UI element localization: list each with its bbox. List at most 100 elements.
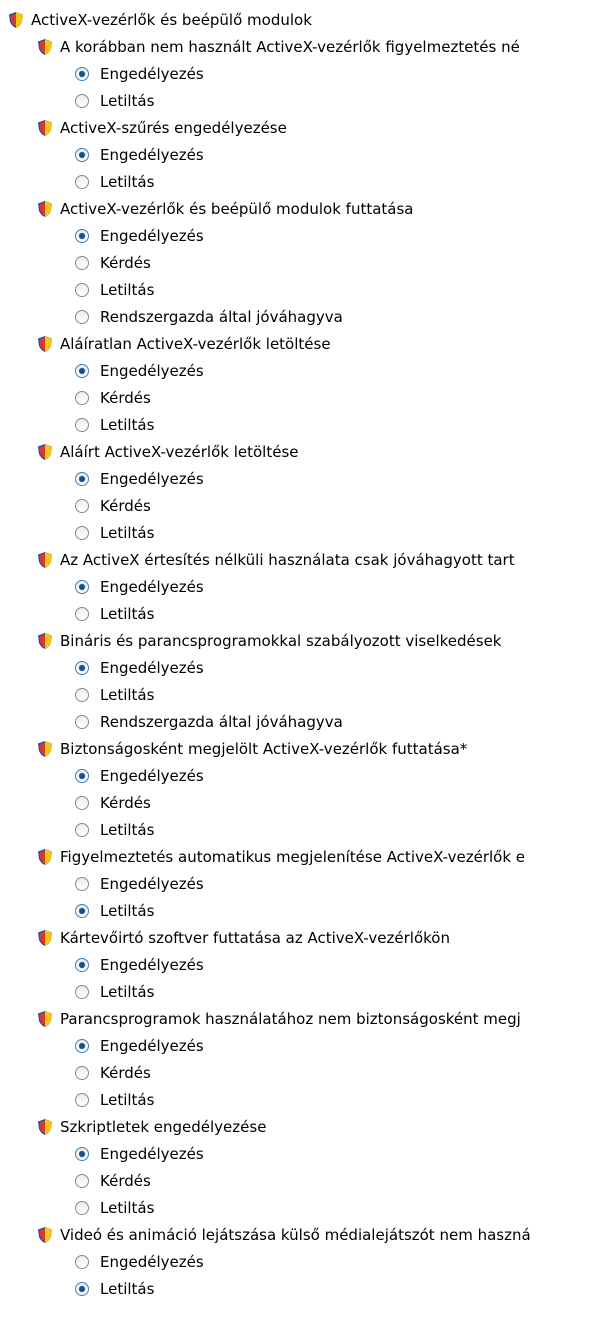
setting-option[interactable]: Letiltás (0, 519, 600, 546)
setting-option[interactable]: Letiltás (0, 87, 600, 114)
radio-button-selected[interactable] (75, 1146, 89, 1161)
radio-button-selected[interactable] (75, 660, 89, 675)
settings-list: A korábban nem használt ActiveX-vezérlők… (0, 33, 600, 1302)
radio-button[interactable] (75, 876, 89, 891)
setting-option[interactable]: Engedélyezés (0, 573, 600, 600)
radio-button[interactable] (75, 174, 89, 189)
radio-button[interactable] (75, 417, 89, 432)
setting-option[interactable]: Engedélyezés (0, 762, 600, 789)
radio-button-selected[interactable] (75, 471, 89, 486)
security-shield-icon (38, 443, 52, 460)
radio-button[interactable] (75, 1065, 89, 1080)
radio-button[interactable] (75, 390, 89, 405)
radio-button[interactable] (75, 1092, 89, 1107)
radio-button[interactable] (75, 795, 89, 810)
setting-option[interactable]: Letiltás (0, 411, 600, 438)
option-label: Engedélyezés (100, 226, 204, 245)
setting-option[interactable]: Engedélyezés (0, 60, 600, 87)
security-shield-icon (38, 1010, 52, 1027)
setting-label: Az ActiveX értesítés nélküli használata … (60, 550, 515, 569)
radio-button[interactable] (75, 984, 89, 999)
setting-item[interactable]: ActiveX-szűrés engedélyezése (0, 114, 600, 141)
radio-button[interactable] (75, 1200, 89, 1215)
radio-button[interactable] (75, 309, 89, 324)
setting-item[interactable]: Videó és animáció lejátszása külső média… (0, 1221, 600, 1248)
radio-button[interactable] (75, 714, 89, 729)
setting-option[interactable]: Letiltás (0, 681, 600, 708)
setting-item[interactable]: Figyelmeztetés automatikus megjelenítése… (0, 843, 600, 870)
radio-button-selected[interactable] (75, 957, 89, 972)
setting-item[interactable]: Kártevőirtó szoftver futtatása az Active… (0, 924, 600, 951)
radio-button-selected[interactable] (75, 147, 89, 162)
radio-button-selected[interactable] (75, 66, 89, 81)
setting-option[interactable]: Engedélyezés (0, 222, 600, 249)
setting-option[interactable]: Engedélyezés (0, 870, 600, 897)
setting-option[interactable]: Letiltás (0, 897, 600, 924)
setting-option[interactable]: Letiltás (0, 1086, 600, 1113)
setting-option[interactable]: Engedélyezés (0, 141, 600, 168)
setting-option[interactable]: Letiltás (0, 816, 600, 843)
setting-option[interactable]: Engedélyezés (0, 1032, 600, 1059)
option-label: Letiltás (100, 91, 155, 110)
option-label: Letiltás (100, 685, 155, 704)
radio-button-selected[interactable] (75, 903, 89, 918)
setting-option[interactable]: Engedélyezés (0, 951, 600, 978)
setting-option[interactable]: Engedélyezés (0, 1248, 600, 1275)
setting-option[interactable]: Engedélyezés (0, 357, 600, 384)
option-label: Letiltás (100, 172, 155, 191)
setting-item[interactable]: A korábban nem használt ActiveX-vezérlők… (0, 33, 600, 60)
radio-button[interactable] (75, 282, 89, 297)
setting-item[interactable]: Aláírt ActiveX-vezérlők letöltése (0, 438, 600, 465)
setting-option[interactable]: Engedélyezés (0, 1140, 600, 1167)
radio-button[interactable] (75, 255, 89, 270)
radio-button[interactable] (75, 687, 89, 702)
radio-button[interactable] (75, 93, 89, 108)
radio-button[interactable] (75, 822, 89, 837)
radio-button[interactable] (75, 606, 89, 621)
radio-button[interactable] (75, 525, 89, 540)
setting-item[interactable]: ActiveX-vezérlők és beépülő modulok futt… (0, 195, 600, 222)
setting-label: Kártevőirtó szoftver futtatása az Active… (60, 928, 450, 947)
radio-button-selected[interactable] (75, 1281, 89, 1296)
setting-option[interactable]: Letiltás (0, 1194, 600, 1221)
setting-item[interactable]: Parancsprogramok használatához nem bizto… (0, 1005, 600, 1032)
setting-label: ActiveX-vezérlők és beépülő modulok futt… (60, 199, 414, 218)
radio-button[interactable] (75, 498, 89, 513)
setting-option[interactable]: Letiltás (0, 600, 600, 627)
setting-option[interactable]: Engedélyezés (0, 465, 600, 492)
setting-item[interactable]: Aláíratlan ActiveX-vezérlők letöltése (0, 330, 600, 357)
setting-item[interactable]: Szkriptletek engedélyezése (0, 1113, 600, 1140)
setting-option[interactable]: Rendszergazda által jóváhagyva (0, 303, 600, 330)
setting-item[interactable]: Az ActiveX értesítés nélküli használata … (0, 546, 600, 573)
setting-option[interactable]: Kérdés (0, 384, 600, 411)
option-label: Engedélyezés (100, 1252, 204, 1271)
radio-button-selected[interactable] (75, 1038, 89, 1053)
setting-option[interactable]: Letiltás (0, 1275, 600, 1302)
radio-button[interactable] (75, 1254, 89, 1269)
radio-button[interactable] (75, 1173, 89, 1188)
setting-item[interactable]: Biztonságosként megjelölt ActiveX-vezérl… (0, 735, 600, 762)
category-activex[interactable]: ActiveX-vezérlők és beépülő modulok (0, 6, 600, 33)
setting-option[interactable]: Kérdés (0, 1059, 600, 1086)
option-label: Letiltás (100, 604, 155, 623)
setting-option[interactable]: Kérdés (0, 249, 600, 276)
option-label: Kérdés (100, 1063, 151, 1082)
radio-button-selected[interactable] (75, 228, 89, 243)
setting-option[interactable]: Kérdés (0, 789, 600, 816)
setting-label: Aláírt ActiveX-vezérlők letöltése (60, 442, 299, 461)
setting-option[interactable]: Letiltás (0, 168, 600, 195)
setting-option[interactable]: Engedélyezés (0, 654, 600, 681)
radio-button-selected[interactable] (75, 768, 89, 783)
security-shield-icon (38, 335, 52, 352)
setting-option[interactable]: Letiltás (0, 978, 600, 1005)
radio-button-selected[interactable] (75, 363, 89, 378)
option-label: Letiltás (100, 523, 155, 542)
setting-item[interactable]: Bináris és parancsprogramokkal szabályoz… (0, 627, 600, 654)
setting-option[interactable]: Rendszergazda által jóváhagyva (0, 708, 600, 735)
setting-option[interactable]: Kérdés (0, 492, 600, 519)
setting-label: Figyelmeztetés automatikus megjelenítése… (60, 847, 526, 866)
radio-button-selected[interactable] (75, 579, 89, 594)
setting-option[interactable]: Kérdés (0, 1167, 600, 1194)
setting-option[interactable]: Letiltás (0, 276, 600, 303)
option-label: Letiltás (100, 1090, 155, 1109)
